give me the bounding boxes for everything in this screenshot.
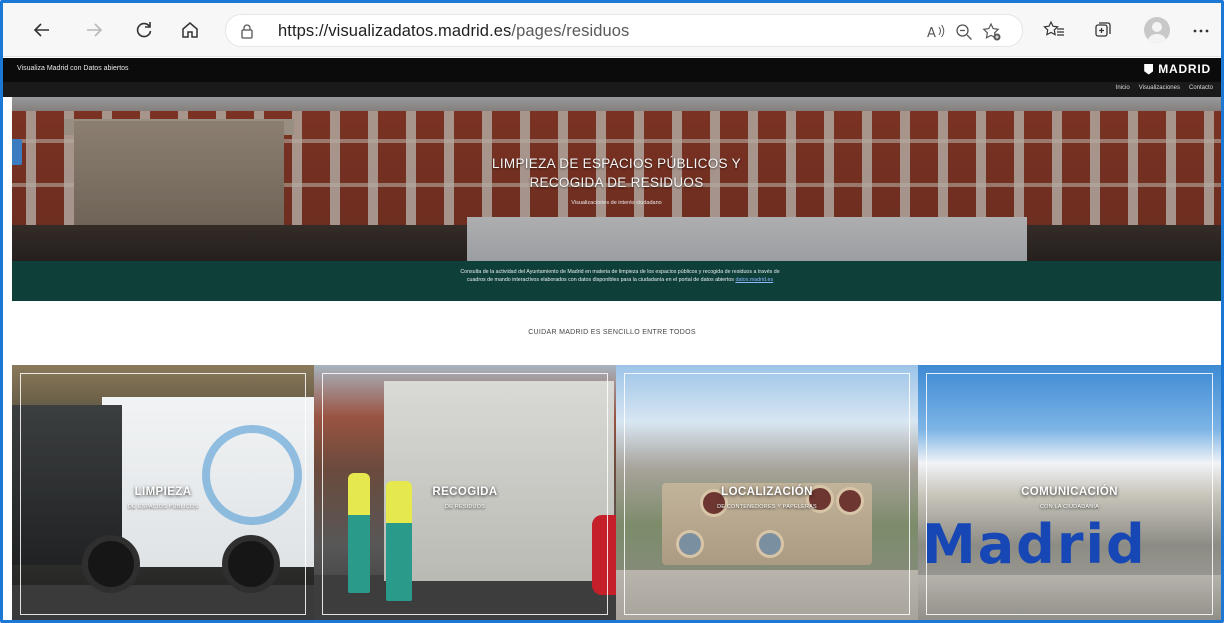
address-bar[interactable]: https://visualizadatos.madrid.es/pages/r…: [225, 14, 1023, 47]
card-localizacion[interactable]: LOCALIZACIÓN DE CONTENEDORES Y PAPELERAS: [616, 365, 918, 620]
hero-title-line1: LIMPIEZA DE ESPACIOS PÚBLICOS Y: [492, 156, 741, 171]
read-aloud-icon[interactable]: A: [924, 20, 948, 44]
site-nav: Inicio Visualizaciones Contacto: [3, 82, 1221, 97]
svg-text:A: A: [927, 26, 936, 41]
back-arrow-icon[interactable]: [27, 15, 57, 45]
site-brand[interactable]: Visualiza Madrid con Datos abiertos: [17, 65, 129, 72]
more-icon[interactable]: [1186, 15, 1216, 45]
add-favorite-icon[interactable]: [980, 20, 1004, 44]
lock-icon[interactable]: [240, 23, 254, 44]
home-icon[interactable]: [175, 15, 205, 45]
favorites-icon[interactable]: [1039, 15, 1069, 45]
profile-icon[interactable]: [1144, 17, 1170, 43]
nav-link-inicio[interactable]: Inicio: [1116, 85, 1130, 91]
card-comunicacion[interactable]: Madrid COMUNICACIÓN CON LA CIUDADANÍA: [918, 365, 1221, 620]
card-caption: DE RESIDUOS: [444, 504, 486, 510]
madrid-logo-text: MADRID: [1158, 62, 1211, 76]
card-caption: CON LA CIUDADANÍA: [1039, 504, 1100, 510]
card-title: LOCALIZACIÓN: [721, 486, 813, 498]
zoom-out-icon[interactable]: [952, 20, 976, 44]
browser-window: https://visualizadatos.madrid.es/pages/r…: [0, 0, 1224, 623]
hero-subtitle: Visualizaciones de interés ciudadano: [571, 200, 662, 206]
motto-heading: CUIDAR MADRID ES SENCILLO ENTRE TODOS: [528, 329, 696, 336]
card-caption: DE ESPACIOS PÚBLICOS: [127, 504, 199, 510]
browser-toolbar: https://visualizadatos.madrid.es/pages/r…: [3, 3, 1221, 57]
madrid-crest-icon: [1144, 63, 1154, 75]
site-header: Visualiza Madrid con Datos abiertos MADR…: [3, 58, 1221, 82]
card-recogida[interactable]: RECOGIDA DE RESIDUOS: [314, 365, 616, 620]
intro-text: Consulta de la actividad del Ayuntamient…: [460, 269, 780, 283]
url-path: /pages/residuos: [511, 22, 630, 40]
side-feedback-tab[interactable]: [12, 139, 22, 165]
refresh-icon[interactable]: [129, 15, 159, 45]
card-title: LIMPIEZA: [134, 486, 192, 498]
collections-icon[interactable]: [1088, 15, 1118, 45]
intro-band: Consulta de la actividad del Ayuntamient…: [12, 261, 1221, 301]
nav-link-contacto[interactable]: Contacto: [1189, 85, 1213, 91]
forward-arrow-icon[interactable]: [79, 15, 109, 45]
hero-title: LIMPIEZA DE ESPACIOS PÚBLICOS Y RECOGIDA…: [12, 154, 1221, 192]
url-domain: https://visualizadatos.madrid.es: [278, 22, 512, 40]
hero-banner: LIMPIEZA DE ESPACIOS PÚBLICOS Y RECOGIDA…: [12, 97, 1221, 261]
intro-text-block: Consulta de la actividad del Ayuntamient…: [452, 269, 788, 284]
card-title: COMUNICACIÓN: [1021, 486, 1118, 498]
category-cards: LIMPIEZA DE ESPACIOS PÚBLICOS RECOGIDA D…: [12, 365, 1221, 620]
card-title: RECOGIDA: [432, 486, 498, 498]
url-text: https://visualizadatos.madrid.es/pages/r…: [278, 22, 629, 41]
hero-title-line2: RECOGIDA DE RESIDUOS: [529, 175, 704, 190]
madrid-logo[interactable]: MADRID: [1144, 62, 1211, 76]
intro-link[interactable]: datos.madrid.es: [735, 277, 773, 283]
nav-link-visualizaciones[interactable]: Visualizaciones: [1139, 85, 1180, 91]
card-limpieza[interactable]: LIMPIEZA DE ESPACIOS PÚBLICOS: [12, 365, 314, 620]
card-caption: DE CONTENEDORES Y PAPELERAS: [717, 504, 817, 510]
